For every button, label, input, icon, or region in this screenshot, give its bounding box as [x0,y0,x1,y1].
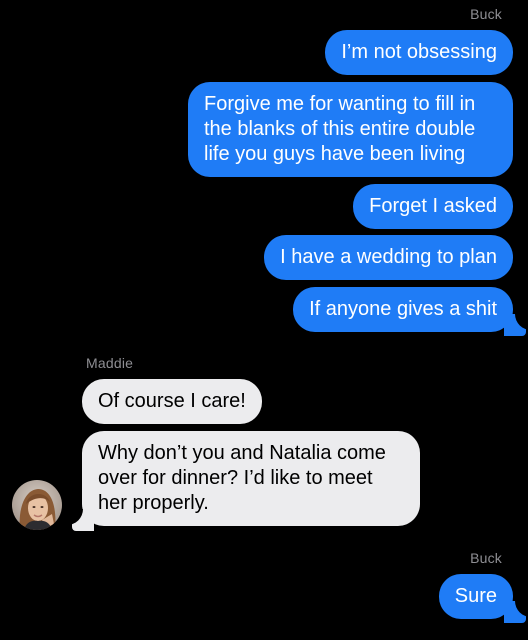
message-bubble-outgoing[interactable]: I’m not obsessing [325,30,513,75]
sender-label-maddie: Maddie [86,355,134,371]
message-bubble-incoming[interactable]: Why don’t you and Natalia come over for … [82,431,420,526]
bubble-tail-incoming [72,509,94,531]
avatar-photo-icon [12,480,62,530]
message-text: Why don’t you and Natalia come over for … [98,442,386,514]
message-text: I have a wedding to plan [280,246,497,268]
message-bubble-incoming[interactable]: Of course I care! [82,379,262,424]
message-bubble-outgoing[interactable]: Sure [438,574,513,619]
maddie-avatar[interactable] [12,480,62,530]
message-text: If anyone gives a shit [309,298,497,320]
sender-label-buck-bottom: Buck [470,550,502,566]
bubble-tail-outgoing [504,314,526,336]
message-text: Forgive me for wanting to fill in the bl… [204,93,476,165]
message-bubble-outgoing[interactable]: Forgive me for wanting to fill in the bl… [188,82,513,177]
message-text: Of course I care! [98,390,246,412]
message-text: Forget I asked [369,195,497,217]
message-text: Sure [454,585,497,607]
message-text: I’m not obsessing [341,41,497,63]
sender-label-buck-top: Buck [470,6,502,22]
message-bubble-outgoing[interactable]: Forget I asked [353,184,513,229]
message-bubble-outgoing[interactable]: If anyone gives a shit [293,287,513,332]
message-bubble-outgoing[interactable]: I have a wedding to plan [264,235,513,280]
bubble-tail-outgoing [504,601,526,623]
